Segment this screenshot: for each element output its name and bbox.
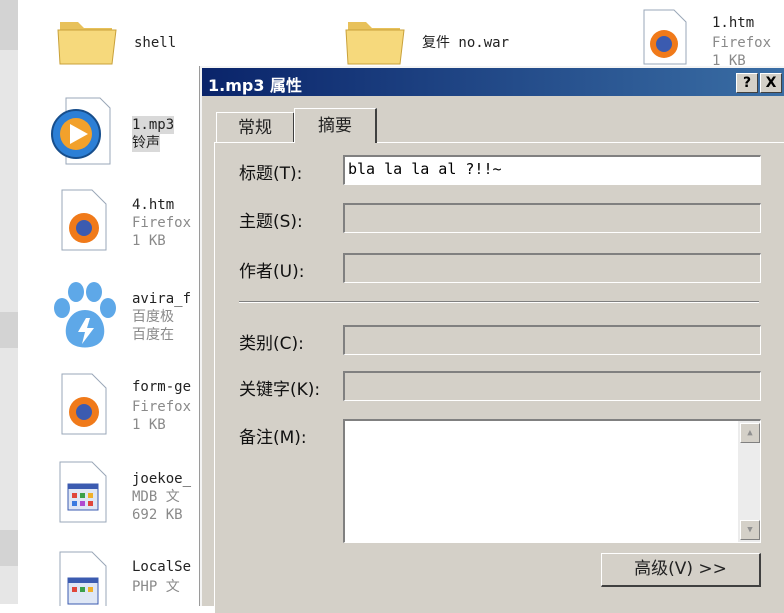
nav-band [0, 530, 18, 566]
category-label: 类别(C): [239, 334, 304, 354]
file-item-1-htm[interactable]: 1.htm Firefox 1 KB [638, 8, 784, 66]
comments-label: 备注(M): [239, 428, 307, 448]
subject-field[interactable] [343, 203, 761, 233]
file-item-4-htm[interactable]: 4.htm Firefox 1 KB [56, 186, 200, 260]
file-name: form-ge [132, 379, 192, 395]
tab-summary[interactable]: 摘要 [294, 108, 377, 143]
file-item-shell[interactable]: shell [56, 6, 196, 76]
file-item-1-mp3[interactable]: 1.mp3 铃声 [50, 94, 200, 174]
nav-band [0, 0, 18, 50]
author-field[interactable] [343, 253, 761, 283]
firefox-icon [61, 373, 107, 435]
author-label: 作者(U): [239, 262, 305, 282]
firefox-icon [643, 9, 687, 65]
file-type: 铃声 [132, 134, 160, 152]
file-type: Firefox [712, 35, 772, 51]
tab-general[interactable]: 常规 [216, 112, 295, 143]
folder-icon [345, 22, 405, 65]
file-type: PHP 文 [132, 579, 180, 595]
advanced-button[interactable]: 高级(V) >> [601, 553, 761, 587]
file-description: 百度在 [132, 327, 174, 343]
keywords-field[interactable] [343, 371, 761, 401]
properties-dialog: 1.mp3 属性 ? X 常规 摘要 标题(T): bla la la al ?… [200, 66, 784, 613]
firefox-icon [61, 189, 107, 251]
app-window-icon [59, 461, 107, 523]
dialog-titlebar[interactable]: 1.mp3 属性 ? X [202, 68, 784, 96]
keywords-label: 关键字(K): [239, 380, 321, 400]
file-size: 1 KB [132, 417, 166, 433]
category-field[interactable] [343, 325, 761, 355]
file-type: Firefox [132, 399, 192, 415]
file-type: Firefox [132, 215, 192, 231]
help-button[interactable]: ? [736, 73, 758, 93]
file-name: 复件 no.war [422, 35, 510, 51]
file-size: 692 KB [132, 507, 183, 523]
file-name: 1.mp3 [132, 116, 175, 134]
file-size: 1 KB [132, 233, 166, 249]
file-name: 4.htm [132, 197, 175, 213]
file-name: LocalSe [132, 559, 192, 575]
nav-band [0, 312, 18, 348]
scroll-up-arrow-icon[interactable]: ▲ [740, 423, 760, 443]
comments-field[interactable]: ▲ ▼ [343, 419, 761, 543]
title-label: 标题(T): [239, 164, 303, 184]
title-field-value: bla la la al ?!!~ [348, 160, 502, 178]
media-player-icon [51, 97, 111, 165]
file-item-form[interactable]: form-ge Firefox 1 KB [56, 370, 200, 444]
title-field[interactable]: bla la la al ?!!~ [343, 155, 761, 185]
baidu-icon [54, 282, 116, 348]
file-name: joekoe_ [132, 471, 192, 487]
file-name: avira_f [132, 291, 192, 307]
file-item-avira[interactable]: avira_f 百度极 百度在 [48, 278, 200, 354]
separator [239, 301, 759, 303]
scroll-down-arrow-icon[interactable]: ▼ [740, 520, 760, 540]
close-button[interactable]: X [760, 73, 782, 93]
file-item-joekoe[interactable]: joekoe_ MDB 文 692 KB [56, 458, 200, 532]
app-window-icon [59, 551, 107, 606]
file-name: 1.htm [712, 15, 755, 31]
subject-label: 主题(S): [239, 212, 303, 232]
file-name: shell [134, 35, 177, 51]
file-size: 1 KB [712, 53, 746, 66]
navigation-pane-edge [0, 0, 18, 604]
file-type: 百度极 [132, 309, 174, 325]
folder-icon [57, 22, 117, 65]
file-item-localse[interactable]: LocalSe PHP 文 [56, 548, 200, 606]
summary-panel: 标题(T): bla la la al ?!!~ 主题(S): 作者(U): 类… [214, 142, 784, 613]
file-type: MDB 文 [132, 489, 180, 505]
comments-scrollbar[interactable]: ▲ ▼ [738, 421, 760, 542]
dialog-title: 1.mp3 属性 [208, 76, 303, 95]
